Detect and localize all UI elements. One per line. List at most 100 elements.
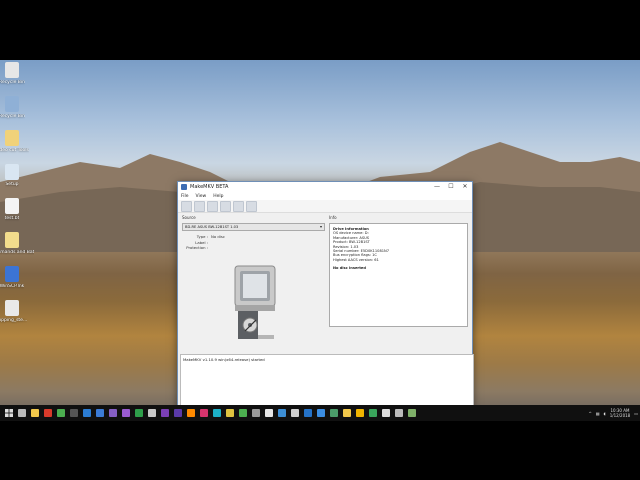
open-files-icon[interactable] [181,200,192,212]
tray-chevron-icon[interactable]: ^ [588,411,591,416]
chrome-2-taskbar-icon[interactable] [237,407,249,419]
makemkv-window[interactable]: MakeMKV BETA — ☐ ✕ File View Help Source… [177,181,474,405]
maximize-button[interactable]: ☐ [444,182,458,192]
calculator-icon [265,409,273,417]
notifications-icon[interactable]: ▭ [634,411,638,416]
drive-select-value: BD-RE ASUS BW-12B1ST 1.03 [185,225,239,229]
makemkv-icon [408,409,416,417]
file-icon [5,96,19,112]
settings-taskbar-icon[interactable] [289,407,301,419]
desktop-icon[interactable]: Setup [0,164,34,188]
menu-help[interactable]: Help [213,194,223,199]
code-taskbar-icon[interactable] [276,407,288,419]
desktop-icon[interactable]: Video cut Tools [0,130,34,154]
fox-taskbar-icon[interactable] [380,407,392,419]
vs-taskbar-icon[interactable] [107,407,119,419]
chrome-icon [57,409,65,417]
code-icon [278,409,286,417]
window-title: MakeMKV BETA [190,184,229,190]
green-2-icon [369,409,377,417]
premiere-taskbar-icon[interactable] [120,407,132,419]
mail-taskbar-icon[interactable] [315,407,327,419]
desktop-icon-label: Recycle Bin [0,80,25,85]
task-view-taskbar-icon[interactable] [16,407,28,419]
desktop-icon[interactable]: Ripping_ste... [0,300,34,324]
purple-app-taskbar-icon[interactable] [172,407,184,419]
stream-icon[interactable] [220,200,231,212]
vs-icon [109,409,117,417]
terminal-taskbar-icon[interactable] [68,407,80,419]
gray-app-taskbar-icon[interactable] [250,407,262,419]
desktop-icon[interactable]: test.bt [0,198,34,222]
backup-icon[interactable] [207,200,218,212]
info-box: Drive Information OS device name: D: Man… [329,223,468,327]
blue-app-taskbar-icon[interactable] [302,407,314,419]
azure-icon [83,409,91,417]
folder-taskbar-icon[interactable] [341,407,353,419]
illustrator-taskbar-icon[interactable] [185,407,197,419]
clock-date: 1/12/2018 [609,413,631,418]
mail-icon [317,409,325,417]
desktop-icon-label: Video cut Tools [0,148,29,153]
chevron-down-icon: ▾ [319,224,322,229]
premiere-icon [122,409,130,417]
cyan-app-taskbar-icon[interactable] [211,407,223,419]
indesign-taskbar-icon[interactable] [198,407,210,419]
title-bar[interactable]: MakeMKV BETA — ☐ ✕ [178,182,472,192]
file-explorer-icon [31,409,39,417]
menu-view[interactable]: View [196,194,207,199]
green-2-taskbar-icon[interactable] [367,407,379,419]
chrome-taskbar-icon[interactable] [55,407,67,419]
windows-start-icon[interactable] [3,407,15,419]
settings-icon[interactable] [233,200,244,212]
info-panel: Info Drive Information OS device name: D… [329,215,468,348]
illustrator-icon [187,409,195,417]
type-value: No disc [211,234,225,239]
green-app-taskbar-icon[interactable] [133,407,145,419]
eject-icon[interactable] [246,200,257,212]
settings-icon [291,409,299,417]
close-button[interactable]: ✕ [458,182,472,192]
menu-file[interactable]: File [181,194,189,199]
taskbar: ^ ▦ ◖ 10:30 AM 1/12/2018 ▭ [0,405,640,421]
info-line: Highest AACS version: 61 [333,257,379,262]
desktop-icon[interactable]: Recycle Bin [0,96,34,120]
desktop-icon[interactable]: Commands and Batch [0,232,34,256]
clock[interactable]: 10:30 AM 1/12/2018 [610,408,631,418]
azure-taskbar-icon[interactable] [81,407,93,419]
red-app-taskbar-icon[interactable] [42,407,54,419]
red-app-icon [44,409,52,417]
fox-icon [382,409,390,417]
edge-icon [96,409,104,417]
onenote-taskbar-icon[interactable] [159,407,171,419]
disc-drive-icon[interactable] [234,265,276,343]
log-line: MakeMKV v1.10.9 win(x64-release) started [183,357,265,362]
terminal-icon [70,409,78,417]
warning-taskbar-icon[interactable] [354,407,366,419]
desktop-icon[interactable]: WinSCP.lnk [0,266,34,290]
folder-icon [343,409,351,417]
log-output[interactable]: MakeMKV v1.10.9 win(x64-release) started [180,354,474,405]
file-icon [5,266,19,282]
volume-icon[interactable]: ◖ [604,411,606,416]
onenote-icon [161,409,169,417]
media-taskbar-icon[interactable] [146,407,158,419]
open-disc-icon[interactable] [194,200,205,212]
steam-taskbar-icon[interactable] [393,407,405,419]
globe-taskbar-icon[interactable] [328,407,340,419]
minimize-button[interactable]: — [430,182,444,192]
network-icon[interactable]: ▦ [596,411,600,416]
yellow-app-taskbar-icon[interactable] [224,407,236,419]
drive-select[interactable]: BD-RE ASUS BW-12B1ST 1.03 ▾ [182,223,325,231]
desktop-icon[interactable]: Recycle Bin [0,62,34,86]
file-explorer-taskbar-icon[interactable] [29,407,41,419]
makemkv-taskbar-icon[interactable] [406,407,418,419]
menu-bar: File View Help [178,192,472,200]
edge-taskbar-icon[interactable] [94,407,106,419]
system-tray: ^ ▦ ◖ 10:30 AM 1/12/2018 ▭ [588,405,638,421]
makemkv-app-icon [181,184,187,190]
info-label: Info [329,215,337,220]
task-view-icon [18,409,26,417]
desktop: Recycle Bin Recycle Bin Video cut Tools Set… [0,60,640,405]
calculator-taskbar-icon[interactable] [263,407,275,419]
